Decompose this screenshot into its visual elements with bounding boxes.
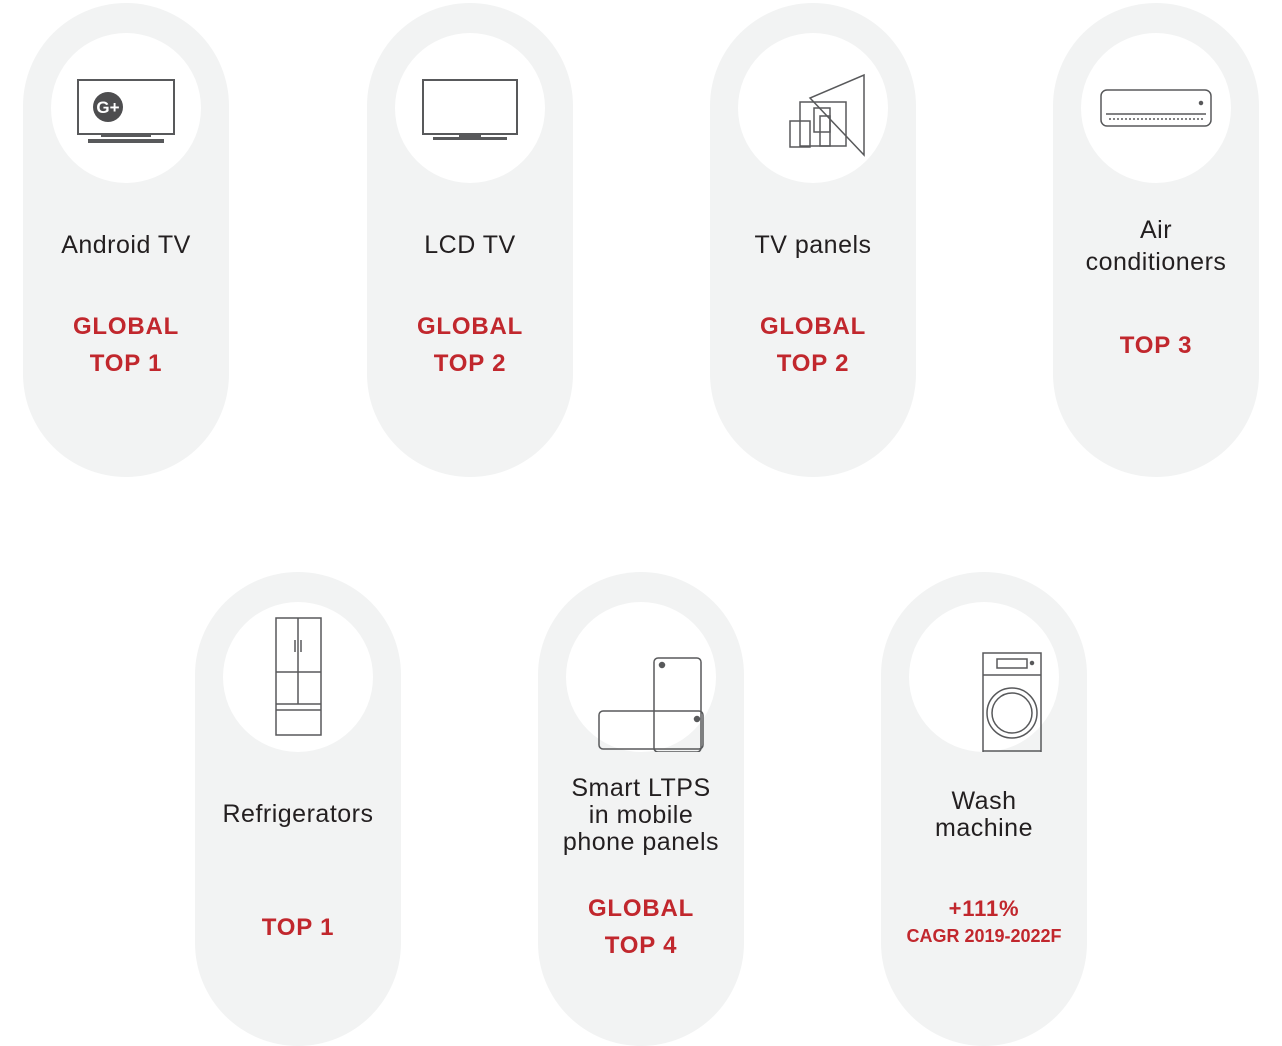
refrigerator-icon xyxy=(275,617,322,736)
product-label: Refrigerators xyxy=(222,800,374,828)
icon-circle xyxy=(738,33,888,183)
card-android-tv: G+ Android TV GLOBAL TOP 1 xyxy=(23,3,229,477)
rank-badge: TOP 1 xyxy=(261,914,335,941)
icon-circle xyxy=(566,602,716,752)
wash-machine-icon xyxy=(982,652,1042,752)
product-label: TV panels xyxy=(754,231,872,259)
rank-badge: GLOBAL TOP 1 xyxy=(72,313,180,377)
product-label: Air conditioners xyxy=(1085,216,1227,276)
svg-text:G+: G+ xyxy=(96,98,119,117)
card-refrigerators: Refrigerators TOP 1 xyxy=(195,572,401,1046)
card-smart-ltps: Smart LTPS in mobile phone panels GLOBAL… xyxy=(538,572,744,1046)
icon-circle: G+ xyxy=(51,33,201,183)
icon-circle xyxy=(909,602,1059,752)
card-tv-panels: TV panels GLOBAL TOP 2 xyxy=(710,3,916,477)
card-wash-machine: Wash machine +111% CAGR 2019-2022F xyxy=(881,572,1087,1046)
android-tv-icon: G+ xyxy=(77,79,175,143)
rank-badge: GLOBAL TOP 2 xyxy=(416,313,524,377)
product-label: LCD TV xyxy=(424,231,516,259)
icon-circle xyxy=(223,602,373,752)
air-conditioner-icon xyxy=(1100,89,1212,127)
product-label: Smart LTPS in mobile phone panels xyxy=(562,774,720,856)
rank-badge: +111% CAGR 2019-2022F xyxy=(906,896,1062,946)
product-label: Wash machine xyxy=(935,787,1033,842)
rank-badge: TOP 3 xyxy=(1119,332,1193,359)
rank-badge: GLOBAL TOP 4 xyxy=(587,895,695,959)
icon-circle xyxy=(395,33,545,183)
card-lcd-tv: LCD TV GLOBAL TOP 2 xyxy=(367,3,573,477)
lcd-tv-icon xyxy=(422,79,518,140)
smartphone-icon xyxy=(598,657,704,752)
icon-circle xyxy=(1081,33,1231,183)
tv-panels-icon xyxy=(789,73,865,157)
card-air-conditioners: Air conditioners TOP 3 xyxy=(1053,3,1259,477)
rank-badge: GLOBAL TOP 2 xyxy=(759,313,867,377)
product-label: Android TV xyxy=(61,231,191,259)
